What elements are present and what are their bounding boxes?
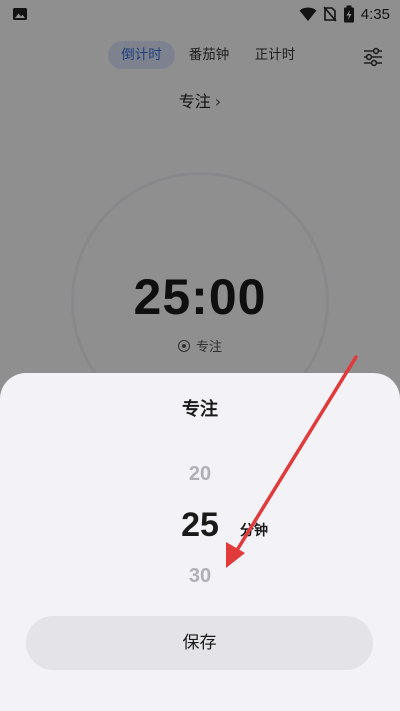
sheet-title: 专注 <box>182 399 218 420</box>
duration-picker-sheet: 专注 20 25 分钟 30 保存 <box>0 373 400 711</box>
app-screen: 4:35 倒计时 番茄钟 正计时 专注 › 25:00 专注 专注 20 25 分… <box>0 0 400 711</box>
picker-option-next[interactable]: 30 <box>150 565 250 588</box>
picker-option-selected[interactable]: 25 <box>150 506 250 545</box>
picker-unit-label: 分钟 <box>240 523 268 539</box>
save-button[interactable]: 保存 <box>26 616 373 670</box>
picker-option-prev[interactable]: 20 <box>150 463 250 486</box>
